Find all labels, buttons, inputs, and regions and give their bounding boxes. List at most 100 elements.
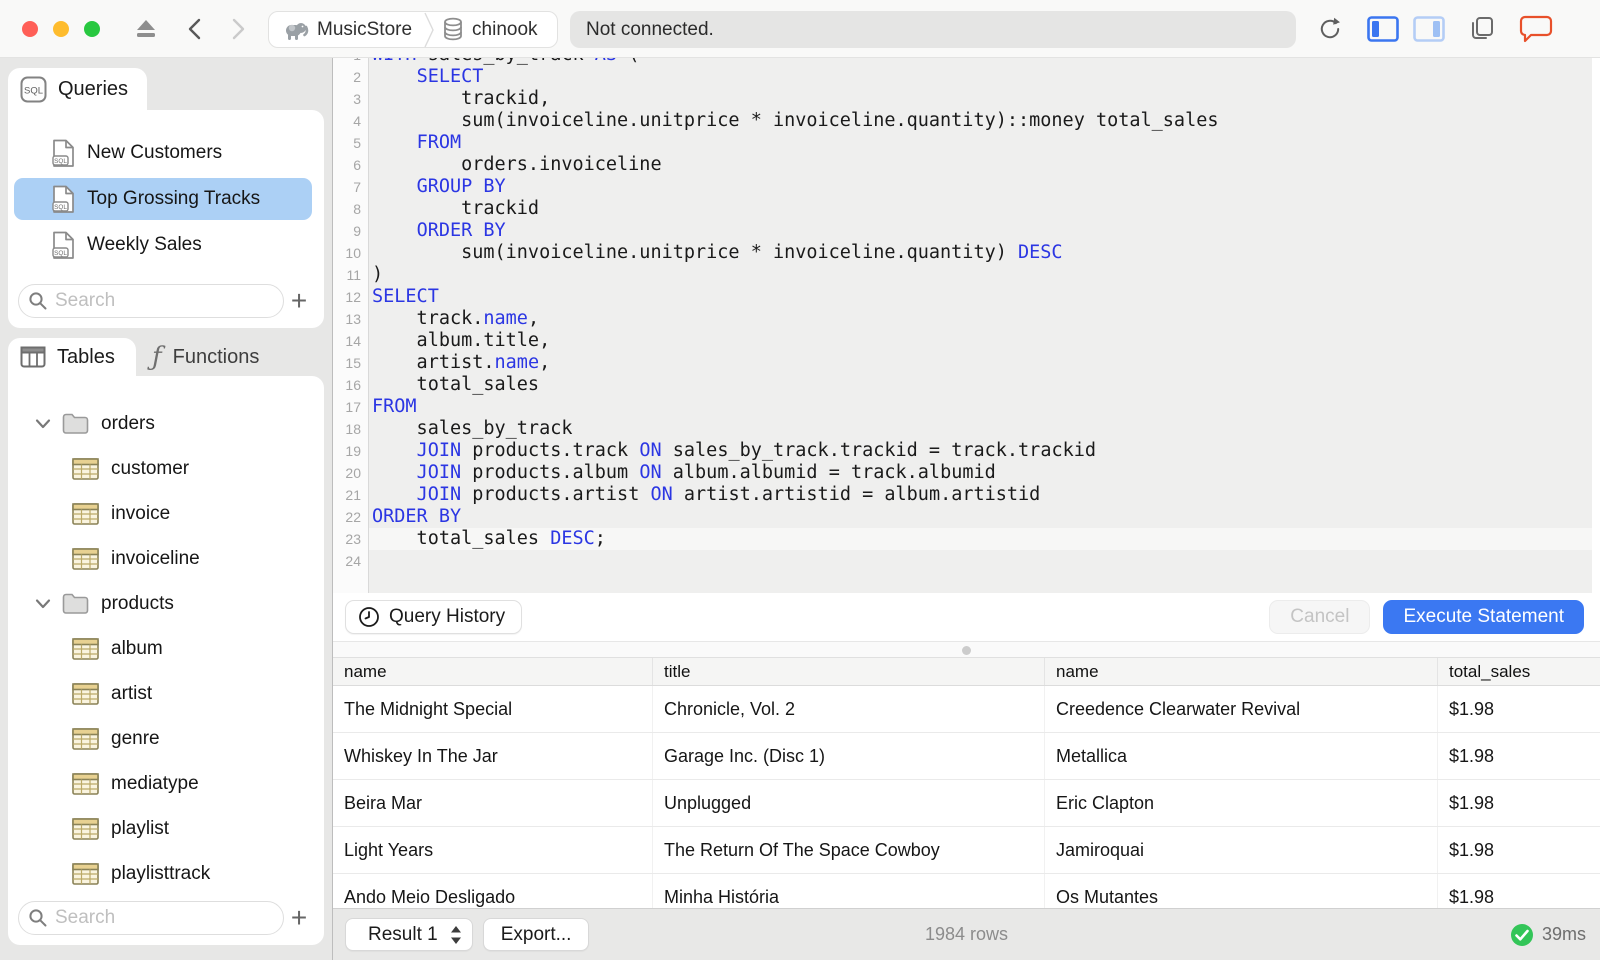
table-name: playlist (111, 817, 170, 839)
table-cell[interactable]: Chronicle, Vol. 2 (653, 686, 1045, 732)
minimize-window-button[interactable] (53, 21, 69, 37)
chevron-down-icon[interactable] (34, 598, 52, 610)
database-icon[interactable] (442, 17, 464, 43)
line-number: 18 (345, 421, 361, 437)
query-item[interactable]: SQL Top Grossing Tracks (14, 178, 312, 220)
table-cell[interactable]: The Midnight Special (333, 686, 653, 732)
table-row-item[interactable]: artist (8, 671, 324, 716)
windows-icon[interactable] (1466, 0, 1498, 58)
table-cell[interactable]: Os Mutantes (1045, 874, 1438, 908)
queries-search-input[interactable] (18, 284, 284, 318)
schema-folder-row[interactable]: orders (8, 401, 324, 446)
schema-folder-row[interactable]: products (8, 581, 324, 626)
code-line: 12 SELECT (333, 286, 1592, 308)
table-cell[interactable]: Creedence Clearwater Revival (1045, 686, 1438, 732)
zoom-window-button[interactable] (84, 21, 100, 37)
splitter-handle[interactable] (961, 646, 971, 655)
table-name: customer (111, 457, 190, 479)
eject-icon[interactable] (134, 0, 158, 58)
search-icon (29, 909, 47, 927)
code-text: GROUP BY (416, 176, 506, 197)
refresh-icon[interactable] (1316, 0, 1344, 58)
line-number: 13 (345, 311, 361, 327)
tab-functions[interactable]: ƒ Functions (140, 338, 273, 376)
table-cell[interactable]: Garage Inc. (Disc 1) (653, 733, 1045, 779)
table-row-item[interactable]: customer (8, 446, 324, 491)
database-name[interactable]: chinook (472, 19, 538, 41)
code-text: sum(invoiceline.unitprice * invoiceline.… (372, 242, 1063, 263)
table-cell[interactable]: $1.98 (1438, 686, 1600, 732)
table-cell[interactable]: Jamiroquai (1045, 827, 1438, 873)
export-button[interactable]: Export... (482, 918, 590, 951)
execute-statement-button[interactable]: Execute Statement (1383, 600, 1584, 634)
table-cell[interactable]: The Return Of The Space Cowboy (653, 827, 1045, 873)
line-number: 1 (333, 58, 369, 66)
toggle-left-sidebar-icon[interactable] (1366, 0, 1400, 58)
table-row-item[interactable]: album (8, 626, 324, 671)
table-cell[interactable]: Metallica (1045, 733, 1438, 779)
code-text: FROM (372, 396, 417, 417)
table-cell[interactable]: $1.98 (1438, 874, 1600, 908)
table-cell[interactable]: Light Years (333, 827, 653, 873)
connection-name[interactable]: MusicStore (317, 19, 412, 41)
query-item[interactable]: SQL New Customers (14, 132, 312, 174)
table-cell[interactable]: Eric Clapton (1045, 780, 1438, 826)
stepper-icon (450, 925, 461, 944)
table-cell[interactable]: Unplugged (653, 780, 1045, 826)
table-icon (72, 502, 99, 525)
table-cell[interactable]: Ando Meio Desligado (333, 874, 653, 908)
result-selector[interactable]: Result 1 (345, 918, 473, 951)
line-number: 3 (353, 91, 361, 107)
table-row[interactable]: Whiskey In The Jar Garage Inc. (Disc 1) Me… (333, 733, 1600, 780)
table-row-item[interactable]: mediatype (8, 761, 324, 806)
tab-queries[interactable]: SQL Queries (8, 68, 147, 110)
tables-search-input[interactable] (18, 901, 284, 935)
chevron-down-icon[interactable] (34, 418, 52, 430)
tab-tables[interactable]: Tables (8, 338, 136, 376)
code-line: 17 FROM (333, 396, 1592, 418)
close-window-button[interactable] (22, 21, 38, 37)
postgres-elephant-icon[interactable] (281, 17, 309, 43)
query-history-button[interactable]: Query History (345, 600, 523, 634)
code-text: FROM (416, 132, 462, 153)
table-row-item[interactable]: playlisttrack (8, 851, 324, 896)
toggle-right-sidebar-icon[interactable] (1412, 0, 1446, 58)
results-rows: The Midnight Special Chronicle, Vol. 2 Cre… (333, 686, 1600, 908)
table-cell[interactable]: Beira Mar (333, 780, 653, 826)
back-button[interactable] (184, 0, 208, 58)
table-cell[interactable]: $1.98 (1438, 827, 1600, 873)
table-cell[interactable]: Minha História (653, 874, 1045, 908)
column-header[interactable]: name (1045, 658, 1438, 685)
feedback-chat-icon[interactable] (1518, 0, 1554, 58)
sql-editor[interactable]: 1WITH sales_by_track AS (2 SELECT3 track… (333, 58, 1600, 593)
column-header[interactable]: total_sales (1438, 658, 1600, 685)
line-number: 21 (345, 487, 361, 503)
forward-button[interactable] (225, 0, 249, 58)
cancel-button[interactable]: Cancel (1269, 600, 1371, 634)
tables-tree: orders customer invoice invoiceline products… (8, 376, 324, 896)
code-line: 16 total_sales (333, 374, 1592, 396)
code-line: 2 SELECT (333, 66, 1592, 88)
table-cell[interactable]: Whiskey In The Jar (333, 733, 653, 779)
add-table-button[interactable]: + (284, 901, 314, 935)
add-query-button[interactable]: + (284, 284, 314, 318)
table-row-item[interactable]: invoiceline (8, 536, 324, 581)
table-row[interactable]: Ando Meio Desligado Minha História Os Muta… (333, 874, 1600, 908)
column-header[interactable]: name (333, 658, 653, 685)
line-number: 10 (345, 245, 361, 261)
titlebar: MusicStore chinook Not connected. (0, 0, 1600, 58)
table-row-item[interactable]: playlist (8, 806, 324, 851)
table-row[interactable]: The Midnight Special Chronicle, Vol. 2 Cre… (333, 686, 1600, 733)
table-row[interactable]: Light Years The Return Of The Space Cowbo… (333, 827, 1600, 874)
table-row[interactable]: Beira Mar Unplugged Eric Clapton $1.98 (333, 780, 1600, 827)
table-row-item[interactable]: invoice (8, 491, 324, 536)
line-number: 5 (353, 135, 361, 151)
table-cell[interactable]: $1.98 (1438, 733, 1600, 779)
column-header[interactable]: title (653, 658, 1045, 685)
sql-file-icon: SQL (52, 231, 74, 259)
schema-name: orders (101, 412, 155, 434)
table-row-item[interactable]: genre (8, 716, 324, 761)
table-cell[interactable]: $1.98 (1438, 780, 1600, 826)
pane-splitter[interactable] (333, 641, 1600, 658)
query-item[interactable]: SQL Weekly Sales (14, 224, 312, 266)
